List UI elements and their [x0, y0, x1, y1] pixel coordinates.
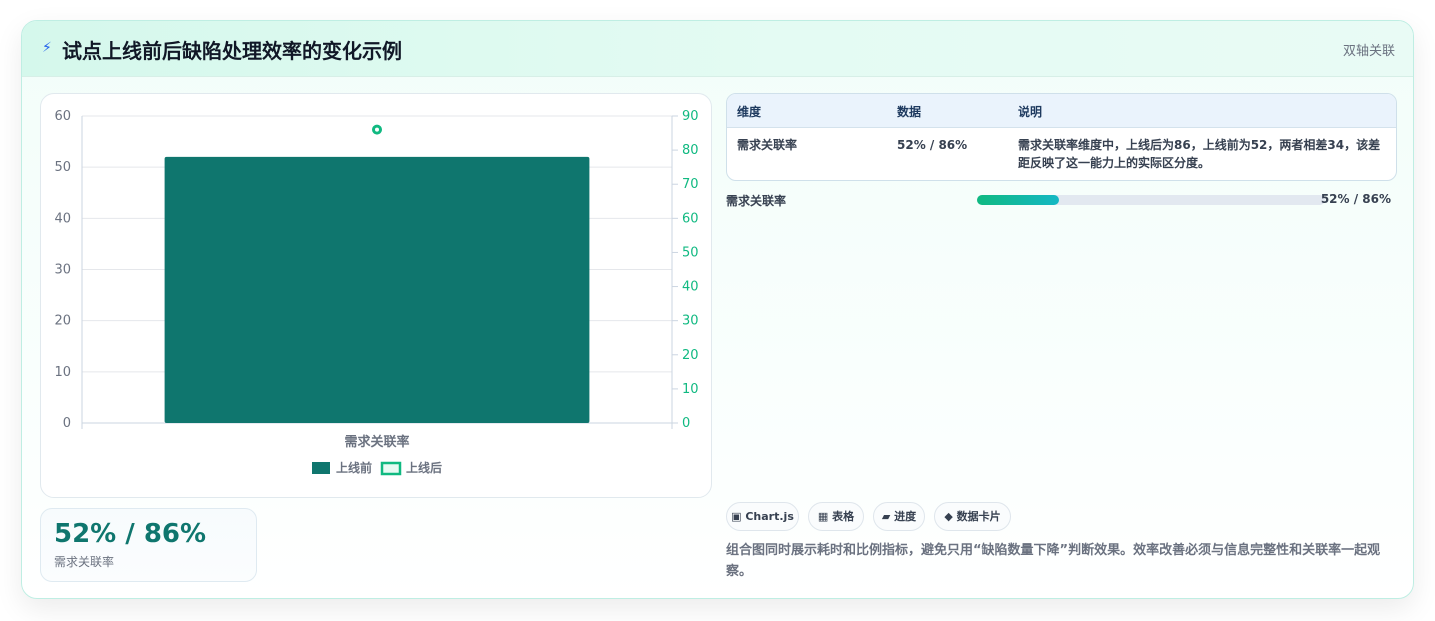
chip-label: 表格	[832, 510, 855, 523]
y2-tick-label: 10	[682, 382, 699, 397]
legend-label-after: 上线后	[406, 460, 442, 475]
table-icon: ▦	[817, 510, 829, 523]
progress-row: 需求关联率 52% / 86%	[726, 191, 1397, 209]
progress-label: 需求关联率	[726, 194, 787, 208]
y2-tick-label: 70	[682, 177, 699, 192]
y2-tick-label: 80	[682, 143, 699, 158]
panel-header: ⚡ 试点上线前后缺陷处理效率的变化示例 双轴关联	[22, 21, 1413, 77]
y-tick-label: 0	[63, 416, 71, 431]
y-tick-label: 30	[54, 263, 71, 278]
bar	[164, 156, 590, 423]
kpi-label: 需求关联率	[54, 555, 115, 569]
y2-tick-label: 40	[682, 280, 699, 295]
table-cell-dimension: 需求关联率	[737, 138, 798, 152]
kpi-card: 52% / 86% 需求关联率	[40, 508, 257, 582]
chart-icon: ▣	[731, 510, 742, 523]
progress-fill	[977, 195, 1059, 205]
progress-icon: ▰	[881, 510, 891, 523]
chip-label: 数据卡片	[956, 510, 1001, 523]
chart-container: 0 10 20 30 40 50 60 0 10 20 30 40 50 60 70 80 90 需求关联率上线前…	[40, 93, 712, 498]
y-tick-label: 60	[54, 109, 71, 124]
chip-label: Chart.js	[745, 510, 794, 523]
y2-tick-label: 0	[682, 416, 690, 431]
table-header-description: 说明	[1018, 105, 1043, 119]
legend-swatch-after	[380, 461, 402, 476]
chip-label: 进度	[894, 510, 917, 523]
y2-tick-label: 60	[682, 211, 699, 226]
legend-swatch-before	[312, 462, 330, 474]
combo-chart: 0 10 20 30 40 50 60 0 10 20 30 40 50 60 70 80 90 需求关联率上线前…	[54, 109, 699, 476]
progress-value: 52% / 86%	[1320, 192, 1391, 206]
table-header-dimension: 维度	[737, 105, 762, 119]
chip-progress[interactable]: ▰ 进度	[873, 502, 925, 531]
y2-tick-label: 30	[682, 314, 699, 329]
diamond-icon: ◆	[944, 510, 953, 523]
data-table: 维度 数据 说明 需求关联率 52% / 86% 需求关联率维度中，上线后为86…	[726, 93, 1397, 181]
y2-tick-label: 20	[682, 348, 699, 363]
table-cell-data: 52% / 86%	[897, 138, 968, 152]
data-point	[372, 124, 382, 135]
table-header-data: 数据	[897, 105, 922, 119]
panel-card: ⚡ 试点上线前后缺陷处理效率的变化示例 双轴关联 0 10 20 30 40 50 60 0 1…	[21, 20, 1414, 599]
y-tick-label: 20	[54, 314, 71, 329]
x-tick-label: 需求关联率	[344, 434, 409, 450]
y-tick-label: 40	[54, 211, 71, 226]
legend-label-before: 上线前	[336, 460, 372, 475]
y-tick-label: 50	[54, 160, 71, 175]
chart-note: 组合图同时展示耗时和比例指标，避免只用“缺陷数量下降”判断效果。效率改善必须与信…	[726, 543, 1381, 579]
chart-type-badge: 双轴关联	[1342, 44, 1395, 59]
chip-table[interactable]: ▦ 表格	[808, 502, 864, 531]
chip-data-card[interactable]: ◆ 数据卡片	[934, 502, 1011, 531]
y2-tick-label: 50	[682, 245, 699, 260]
panel-title: 试点上线前后缺陷处理效率的变化示例	[62, 39, 402, 63]
y-tick-label: 10	[54, 365, 71, 380]
progress-track	[977, 195, 1325, 205]
chip-chartjs[interactable]: ▣ Chart.js	[726, 502, 799, 531]
table-cell-description: 需求关联率维度中，上线后为86，上线前为52，两者相差34，该差距反映了这一能力…	[1018, 138, 1381, 170]
table-header: 维度 数据 说明	[727, 94, 1396, 128]
kpi-value: 52% / 86%	[54, 519, 207, 549]
y2-tick-label: 90	[682, 109, 699, 124]
lightning-icon: ⚡	[42, 40, 52, 56]
